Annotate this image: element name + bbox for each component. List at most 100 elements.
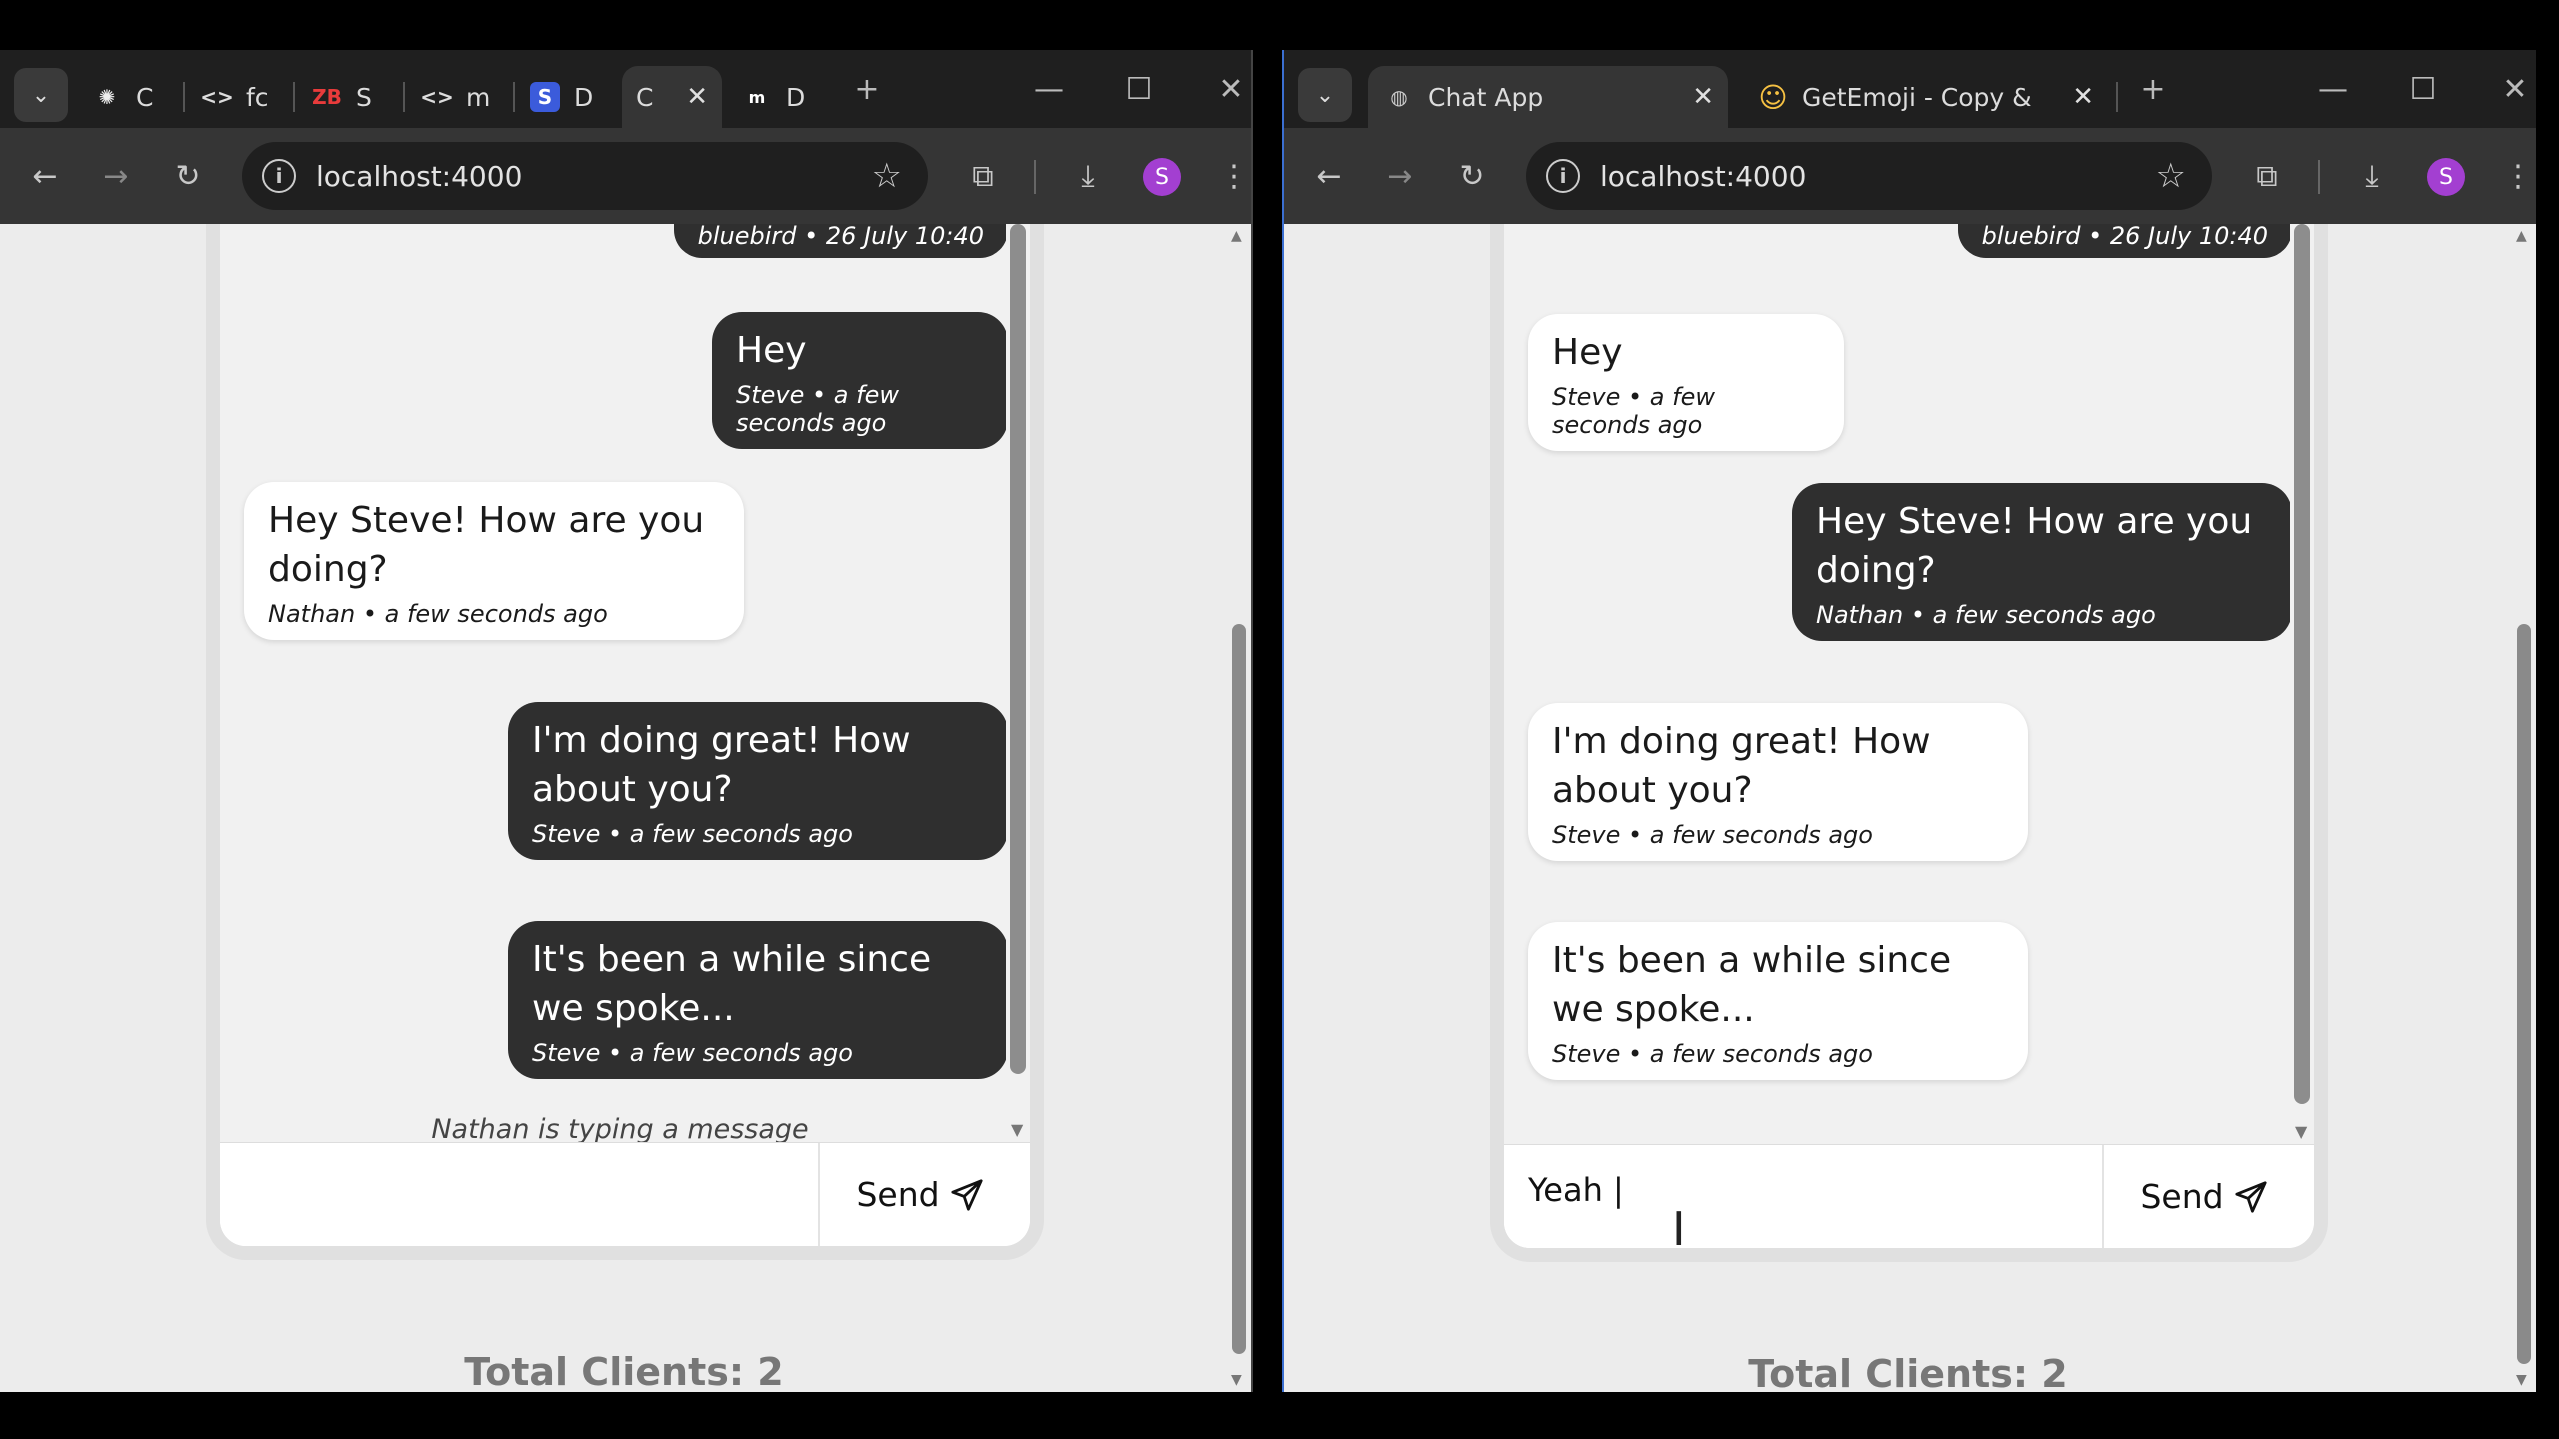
message-input[interactable] bbox=[220, 1143, 820, 1246]
tab-search-button[interactable]: ⌄ bbox=[1298, 68, 1352, 122]
tab-search-button[interactable]: ⌄ bbox=[14, 68, 68, 122]
tab-3[interactable]: ZB S bbox=[312, 66, 392, 128]
message-bubble: Hey Steve • a few seconds ago bbox=[1528, 314, 1844, 451]
browser-window-left: ⌄ ✺ C <> fc ZB S <> m S D C ✕ m D + — ☐ … bbox=[0, 50, 1253, 1392]
browser-window-right: ⌄ ◍ Chat App ✕ ☺ GetEmoji - Copy & Pas ✕… bbox=[1282, 50, 2536, 1392]
message-meta: Steve • a few seconds ago bbox=[1552, 383, 1715, 439]
chevron-down-icon: ⌄ bbox=[1315, 82, 1335, 108]
tab-title: GetEmoji - Copy & Pas bbox=[1802, 82, 2042, 112]
close-icon[interactable]: ✕ bbox=[686, 82, 708, 112]
m-icon: m bbox=[748, 87, 766, 107]
send-button[interactable]: Send bbox=[2094, 1145, 2314, 1248]
message-text: Hey bbox=[1552, 332, 1623, 373]
total-clients: Total Clients: 2 bbox=[464, 1350, 784, 1392]
address-bar[interactable]: i localhost:4000 ☆ bbox=[1526, 142, 2212, 210]
tab-strip: ⌄ ✺ C <> fc ZB S <> m S D C ✕ m D + — ☐ … bbox=[0, 50, 1251, 128]
new-tab-button[interactable]: + bbox=[842, 72, 892, 107]
message-bubble: It's been a while since we spoke... Stev… bbox=[508, 921, 1008, 1079]
scrollbar-thumb[interactable] bbox=[2294, 224, 2310, 1104]
message-bubble: I'm doing great! How about you? Steve • … bbox=[508, 702, 1008, 860]
message-meta: Steve • a few seconds ago bbox=[736, 381, 899, 437]
code-icon: <> bbox=[422, 85, 454, 109]
tab-title: m bbox=[466, 82, 491, 112]
page-scrollbar[interactable]: ▲ ▼ bbox=[1227, 224, 1251, 1392]
close-icon[interactable]: ✕ bbox=[1692, 82, 1714, 112]
message-meta: Steve • a few seconds ago bbox=[532, 820, 853, 848]
tab-5[interactable]: S D bbox=[530, 66, 610, 128]
address-bar[interactable]: i localhost:4000 ☆ bbox=[242, 142, 928, 210]
code-icon: <> bbox=[202, 85, 234, 109]
tab-1[interactable]: ✺ C bbox=[92, 66, 172, 128]
tab-2[interactable]: <> fc bbox=[202, 66, 282, 128]
message-meta: Steve • a few seconds ago bbox=[1552, 821, 1873, 849]
scroll-down-arrow-icon[interactable]: ▼ bbox=[2295, 1122, 2307, 1141]
profile-avatar[interactable]: S bbox=[1143, 158, 1181, 196]
chat-card: bluebird • 26 July 10:40 Hey Steve • a f… bbox=[1490, 224, 2328, 1262]
scroll-down-arrow-icon[interactable]: ▼ bbox=[1011, 1120, 1023, 1139]
scroll-down-arrow-icon[interactable]: ▼ bbox=[2516, 1372, 2527, 1388]
tab-title: D bbox=[574, 82, 594, 112]
minimize-button[interactable]: — bbox=[1024, 72, 1074, 107]
profile-avatar[interactable]: S bbox=[2427, 158, 2465, 196]
site-info-icon[interactable]: i bbox=[262, 159, 296, 193]
maximize-button[interactable]: ☐ bbox=[2398, 72, 2448, 107]
close-window-button[interactable]: ✕ bbox=[1206, 72, 1251, 107]
tab-title: S bbox=[356, 82, 372, 112]
extensions-icon[interactable]: ⧉ bbox=[963, 156, 1003, 196]
close-window-button[interactable]: ✕ bbox=[2490, 72, 2536, 107]
tab-chat-active[interactable]: C ✕ bbox=[622, 66, 722, 128]
message-text: I'm doing great! How about you? bbox=[532, 720, 911, 810]
tab-title: D bbox=[786, 82, 806, 112]
maximize-button[interactable]: ☐ bbox=[1114, 72, 1164, 107]
scroll-up-arrow-icon[interactable]: ▲ bbox=[1231, 228, 1242, 244]
scroll-down-arrow-icon[interactable]: ▼ bbox=[1231, 1372, 1242, 1388]
download-icon[interactable]: ⤓ bbox=[1068, 156, 1108, 196]
url-text: localhost:4000 bbox=[1600, 159, 1807, 193]
reload-icon[interactable]: ↻ bbox=[1452, 156, 1492, 196]
menu-kebab-icon[interactable]: ⋮ bbox=[2498, 156, 2536, 196]
messages-panel: bluebird • 26 July 10:40 Hey Steve • a f… bbox=[1504, 224, 2304, 1145]
tab-chat-app[interactable]: ◍ Chat App ✕ bbox=[1368, 66, 1728, 128]
download-icon[interactable]: ⤓ bbox=[2352, 156, 2392, 196]
browser-toolbar: ← → ↻ i localhost:4000 ☆ ⧉ ⤓ S ⋮ bbox=[0, 128, 1251, 224]
message-bubble: It's been a while since we spoke... Stev… bbox=[1528, 922, 2028, 1080]
back-arrow-icon[interactable]: ← bbox=[1309, 156, 1349, 196]
bookmark-star-icon[interactable]: ☆ bbox=[872, 156, 902, 196]
scroll-up-arrow-icon[interactable]: ▲ bbox=[2516, 228, 2527, 244]
send-button[interactable]: Send bbox=[810, 1143, 1030, 1246]
tab-4[interactable]: <> m bbox=[422, 66, 502, 128]
reload-icon[interactable]: ↻ bbox=[168, 156, 208, 196]
scrollbar-thumb[interactable] bbox=[2517, 624, 2531, 1364]
tab-title: C bbox=[636, 82, 654, 112]
message-text: Hey bbox=[736, 330, 807, 371]
site-info-icon[interactable]: i bbox=[1546, 159, 1580, 193]
messages-scrollbar[interactable]: ▼ bbox=[2290, 224, 2314, 1145]
openai-icon: ✺ bbox=[98, 85, 116, 109]
total-clients: Total Clients: 2 bbox=[1748, 1352, 2068, 1392]
page-viewport: bluebird • 26 July 10:40 Hey Steve • a f… bbox=[1284, 224, 2536, 1392]
messages-scrollbar[interactable]: ▼ bbox=[1006, 224, 1030, 1143]
bookmark-star-icon[interactable]: ☆ bbox=[2156, 156, 2186, 196]
forward-arrow-icon[interactable]: → bbox=[1380, 156, 1420, 196]
minimize-button[interactable]: — bbox=[2308, 72, 2358, 107]
message-input[interactable]: Yeah | bbox=[1504, 1145, 2104, 1248]
message-meta: Nathan • a few seconds ago bbox=[268, 600, 608, 628]
send-label: Send bbox=[2140, 1177, 2224, 1216]
page-viewport: bluebird • 26 July 10:40 Hey Steve • a f… bbox=[0, 224, 1251, 1392]
tab-getemoji[interactable]: ☺ GetEmoji - Copy & Pas ✕ bbox=[1748, 66, 2108, 128]
menu-kebab-icon[interactable]: ⋮ bbox=[1214, 156, 1251, 196]
forward-arrow-icon[interactable]: → bbox=[96, 156, 136, 196]
new-tab-button[interactable]: + bbox=[2128, 72, 2178, 107]
composer: Yeah | Send bbox=[1504, 1144, 2314, 1248]
tab-7[interactable]: m D bbox=[742, 66, 822, 128]
scrollbar-thumb[interactable] bbox=[1232, 624, 1246, 1354]
scrollbar-thumb[interactable] bbox=[1010, 224, 1026, 1074]
tab-title: fc bbox=[246, 82, 269, 112]
composer: Send bbox=[220, 1142, 1030, 1246]
close-icon[interactable]: ✕ bbox=[2072, 82, 2094, 112]
extensions-icon[interactable]: ⧉ bbox=[2247, 156, 2287, 196]
page-scrollbar[interactable]: ▲ ▼ bbox=[2512, 224, 2536, 1392]
typing-indicator: Nathan is typing a message bbox=[431, 1114, 809, 1143]
emoji-icon: ☺ bbox=[1758, 80, 1788, 114]
back-arrow-icon[interactable]: ← bbox=[25, 156, 65, 196]
